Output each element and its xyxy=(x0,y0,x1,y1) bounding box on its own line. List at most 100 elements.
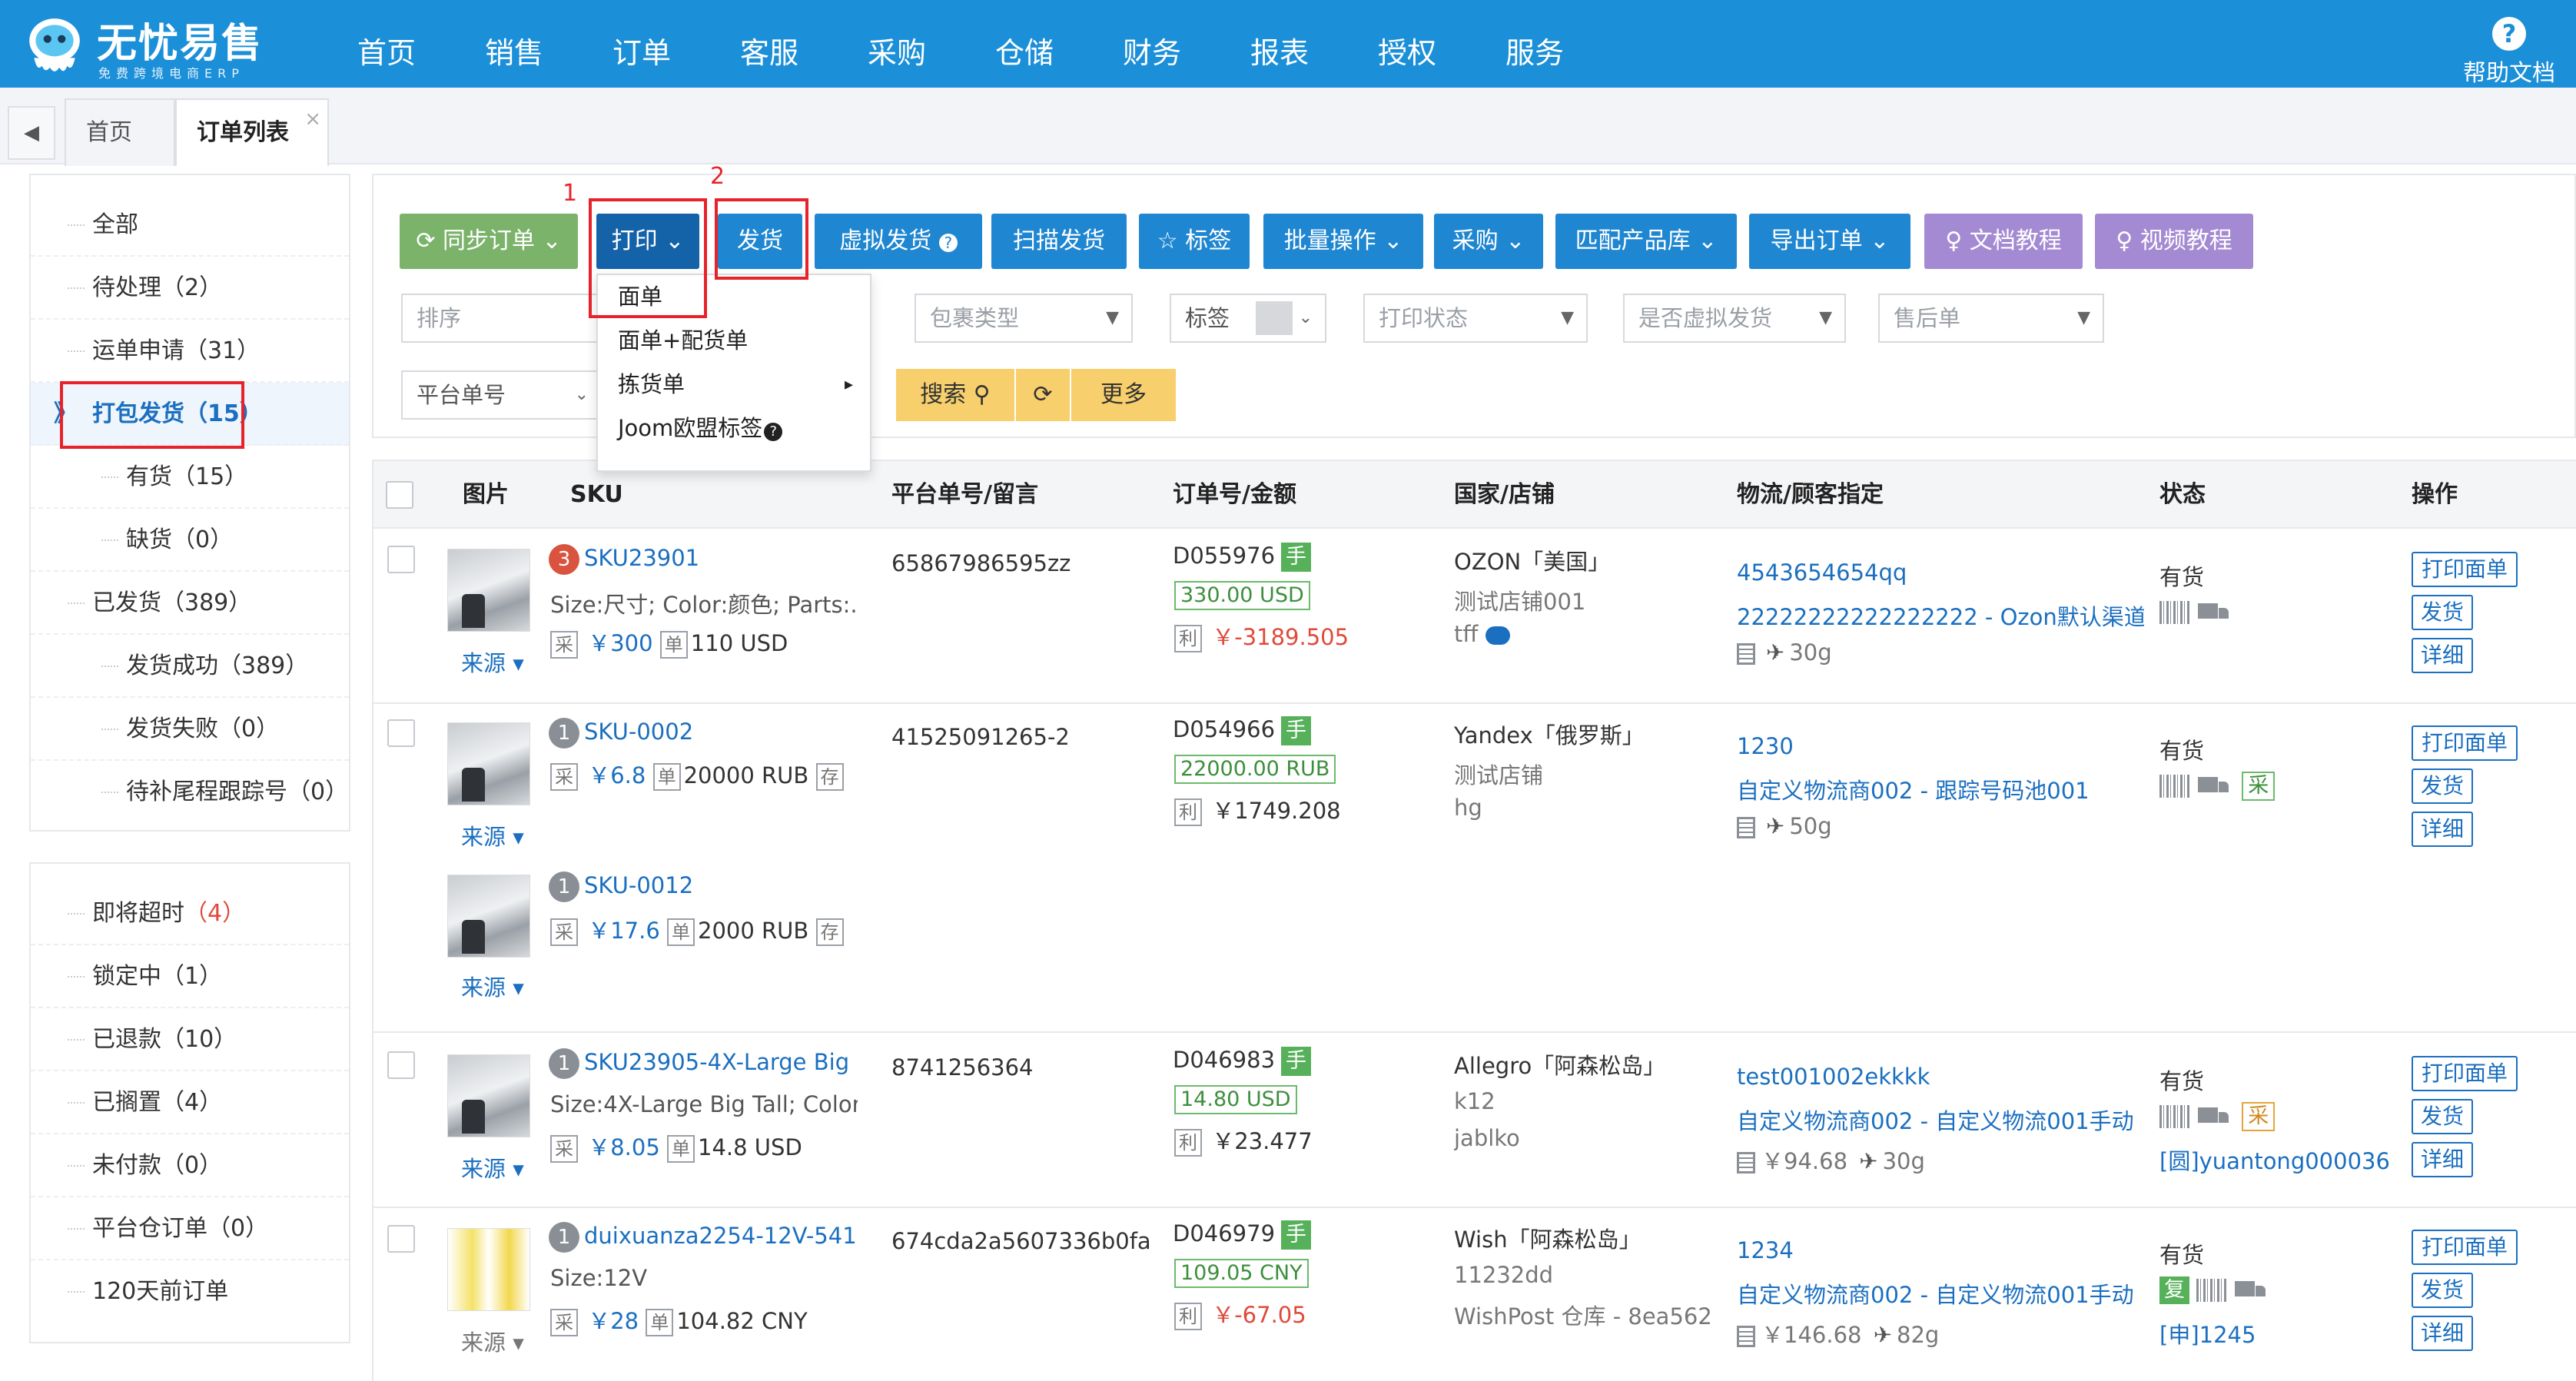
tabs-back-icon[interactable]: ◀ xyxy=(8,106,55,160)
sidebar-item-missing-tracking[interactable]: 待补尾程跟踪号（0） xyxy=(31,761,349,824)
source-dropdown[interactable]: 来源 ▾ xyxy=(461,1325,524,1357)
order-no[interactable]: D055976 xyxy=(1173,543,1275,569)
more-filters-button[interactable]: 更多 xyxy=(1071,369,1176,421)
order-no[interactable]: D046979 xyxy=(1173,1220,1275,1247)
video-tutorial-button[interactable]: ♀ 视频教程 xyxy=(2095,214,2253,269)
nav-service[interactable]: 客服 xyxy=(705,0,833,88)
nav-reports[interactable]: 报表 xyxy=(1216,0,1343,88)
product-image[interactable] xyxy=(447,875,530,958)
purchase-price[interactable]: ￥28 xyxy=(588,1308,639,1334)
shipping-channel[interactable]: 22222222222222222 - Ozon默认渠道 xyxy=(1737,599,2144,632)
print-waybill-button[interactable]: 打印面单 xyxy=(2412,1230,2518,1265)
virtual-ship-button[interactable]: 虚拟发货 ? xyxy=(815,214,982,269)
tag-button[interactable]: ☆ 标签 xyxy=(1139,214,1250,269)
calculator-icon[interactable] xyxy=(1737,1152,1755,1174)
sku-link[interactable]: SKU23905-4X-Large Big ... xyxy=(584,1049,856,1075)
match-product-button[interactable]: 匹配产品库 ⌄ xyxy=(1555,214,1737,269)
sort-select[interactable]: 排序 xyxy=(401,294,601,343)
source-dropdown[interactable]: 来源 ▾ xyxy=(461,819,524,852)
source-dropdown[interactable]: 来源 ▾ xyxy=(461,1151,524,1183)
print-waybill-button[interactable]: 打印面单 xyxy=(2412,552,2518,587)
row-detail-button[interactable]: 详细 xyxy=(2412,1316,2473,1351)
nav-finance[interactable]: 财务 xyxy=(1088,0,1216,88)
print-waybill-button[interactable]: 打印面单 xyxy=(2412,725,2518,761)
nav-services[interactable]: 服务 xyxy=(1471,0,1598,88)
sidebar-item-old-orders[interactable]: 120天前订单 xyxy=(31,1260,349,1323)
purchase-price[interactable]: ￥8.05 xyxy=(588,1134,660,1160)
chat-icon[interactable] xyxy=(1486,626,1511,645)
sidebar-item-expiring[interactable]: 即将超时（4） xyxy=(31,882,349,945)
sidebar-item-ship-success[interactable]: 发货成功（389） xyxy=(31,635,349,698)
row-checkbox[interactable] xyxy=(387,1225,415,1253)
scan-ship-button[interactable]: 扫描发货 xyxy=(991,214,1127,269)
after-sale-select[interactable]: 售后单 ▼ xyxy=(1878,294,2104,343)
logo[interactable]: 无忧易售 免费跨境电商ERP xyxy=(23,11,277,81)
sku-link[interactable]: duixuanza2254-12V-5415... xyxy=(584,1223,856,1249)
platform-no-select[interactable]: 平台单号 ⌄ xyxy=(401,370,603,420)
tab-home[interactable]: 首页 xyxy=(65,98,175,166)
calculator-icon[interactable] xyxy=(1737,643,1755,665)
sidebar-item-on-hold[interactable]: 已搁置（4） xyxy=(31,1071,349,1134)
row-detail-button[interactable]: 详细 xyxy=(2412,638,2473,673)
menu-item-picking-list[interactable]: 拣货单 ▸ xyxy=(598,363,870,407)
order-no[interactable]: D054966 xyxy=(1173,716,1275,742)
tracking-no[interactable]: 1230 xyxy=(1737,733,1794,759)
sidebar-item-out-of-stock[interactable]: 缺货（0） xyxy=(31,509,349,572)
sidebar-item-waybill[interactable]: 运单申请（31） xyxy=(31,320,349,383)
tag-select[interactable]: 标签 ⌄ xyxy=(1170,294,1326,343)
export-orders-button[interactable]: 导出订单 ⌄ xyxy=(1749,214,1910,269)
tracking-no[interactable]: 1234 xyxy=(1737,1237,1794,1263)
product-image[interactable] xyxy=(447,1228,530,1311)
tracking-no[interactable]: 4543654654qq xyxy=(1737,559,1907,586)
sku-link[interactable]: SKU23901 xyxy=(584,545,699,571)
sidebar-item-shipped[interactable]: 已发货（389） xyxy=(31,572,349,635)
purchase-price[interactable]: ￥300 xyxy=(588,630,652,656)
sku-link[interactable]: SKU-0002 xyxy=(584,719,693,745)
source-dropdown[interactable]: 来源 ▾ xyxy=(461,970,524,1002)
sidebar-item-ship-failed[interactable]: 发货失败（0） xyxy=(31,698,349,761)
purchase-price[interactable]: ￥17.6 xyxy=(588,918,660,944)
nav-sales[interactable]: 销售 xyxy=(450,0,578,88)
sidebar-item-unpaid[interactable]: 未付款（0） xyxy=(31,1134,349,1197)
extra-tracking[interactable]: [申]1245 xyxy=(2159,1317,2256,1349)
order-no[interactable]: D046983 xyxy=(1173,1047,1275,1073)
calculator-icon[interactable] xyxy=(1737,817,1755,838)
sidebar-item-locked[interactable]: 锁定中（1） xyxy=(31,945,349,1008)
sidebar-item-in-stock[interactable]: 有货（15） xyxy=(31,446,349,509)
menu-item-waybill-packing[interactable]: 面单+配货单 xyxy=(598,319,870,363)
shipping-channel[interactable]: 自定义物流商002 - 自定义物流001手动 xyxy=(1737,1104,2144,1136)
sidebar-item-pending[interactable]: 待处理（2） xyxy=(31,257,349,320)
purchase-button[interactable]: 采购 ⌄ xyxy=(1434,214,1543,269)
row-ship-button[interactable]: 发货 xyxy=(2412,595,2473,630)
purchase-price[interactable]: ￥6.8 xyxy=(588,762,646,788)
refresh-button[interactable]: ⟳ xyxy=(1016,369,1070,421)
tab-order-list[interactable]: 订单列表 × xyxy=(175,98,329,166)
sidebar-item-refunded[interactable]: 已退款（10） xyxy=(31,1008,349,1071)
product-image[interactable] xyxy=(447,549,530,632)
sidebar-item-platform-warehouse[interactable]: 平台仓订单（0） xyxy=(31,1197,349,1260)
row-ship-button[interactable]: 发货 xyxy=(2412,769,2473,804)
row-ship-button[interactable]: 发货 xyxy=(2412,1273,2473,1308)
product-image[interactable] xyxy=(447,722,530,805)
tracking-no[interactable]: test001002ekkkk xyxy=(1737,1064,1930,1090)
row-checkbox[interactable] xyxy=(387,546,415,573)
doc-tutorial-button[interactable]: ♀ 文档教程 xyxy=(1924,214,2083,269)
shipping-channel[interactable]: 自定义物流商002 - 自定义物流001手动 xyxy=(1737,1277,2144,1310)
print-status-select[interactable]: 打印状态 ▼ xyxy=(1363,294,1588,343)
virtual-ship-select[interactable]: 是否虚拟发货 ▼ xyxy=(1623,294,1846,343)
nav-purchase[interactable]: 采购 xyxy=(833,0,961,88)
source-dropdown[interactable]: 来源 ▾ xyxy=(461,646,524,678)
print-waybill-button[interactable]: 打印面单 xyxy=(2412,1056,2518,1091)
help-docs-button[interactable]: ? 帮助文档 xyxy=(2459,17,2559,88)
row-detail-button[interactable]: 详细 xyxy=(2412,812,2473,847)
extra-tracking[interactable]: [圆]yuantong000036 xyxy=(2159,1144,2390,1176)
row-checkbox[interactable] xyxy=(387,1051,415,1079)
select-all-checkbox[interactable] xyxy=(386,481,413,509)
nav-auth[interactable]: 授权 xyxy=(1343,0,1471,88)
row-ship-button[interactable]: 发货 xyxy=(2412,1099,2473,1134)
search-button[interactable]: 搜索 ⚲ xyxy=(896,369,1014,421)
row-checkbox[interactable] xyxy=(387,719,415,747)
sync-orders-button[interactable]: ⟳ 同步订单 ⌄ xyxy=(400,214,578,269)
nav-home[interactable]: 首页 xyxy=(323,0,450,88)
product-image[interactable] xyxy=(447,1054,530,1137)
